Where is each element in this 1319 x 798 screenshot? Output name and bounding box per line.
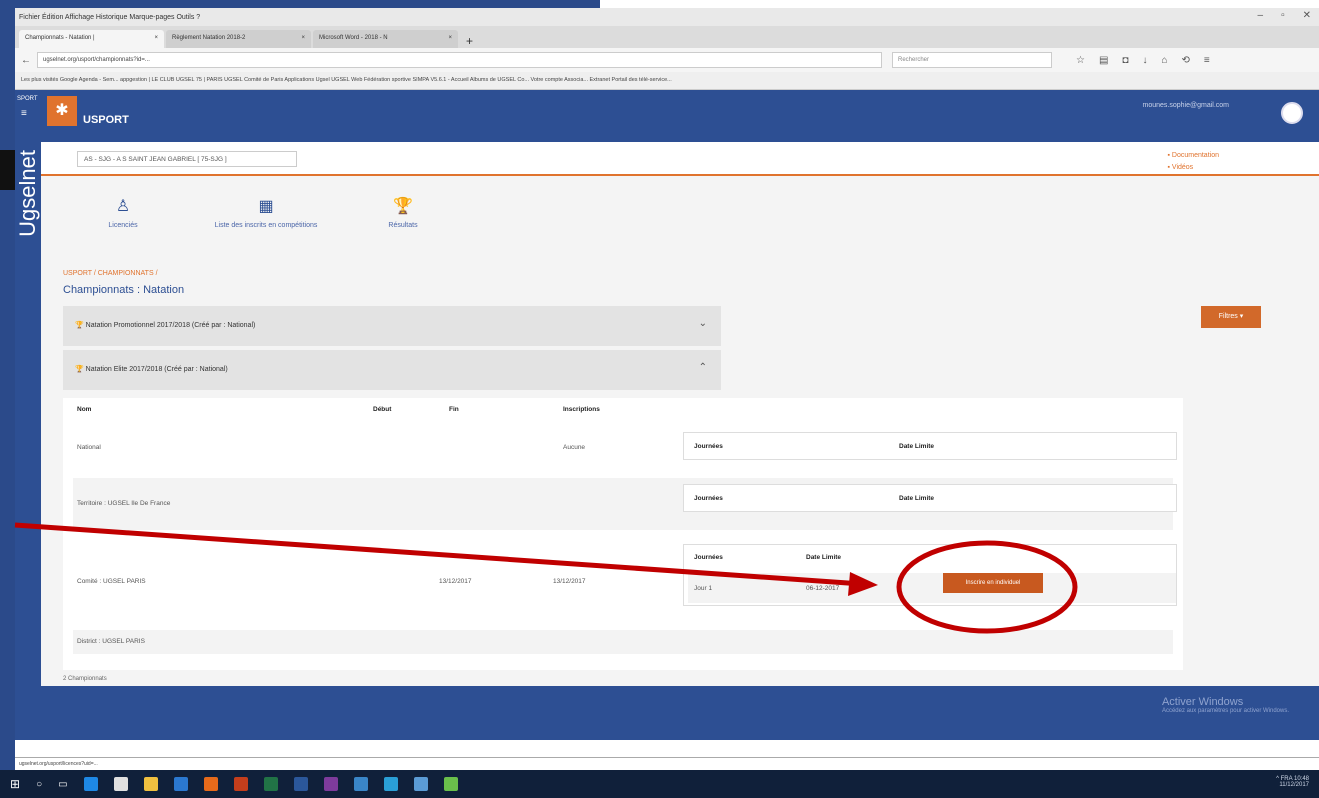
annotation-arrowhead xyxy=(848,572,878,596)
annotation-overlay xyxy=(14,522,1078,634)
annotation-circle xyxy=(896,540,1078,634)
annotation-arrow-line xyxy=(14,522,863,587)
screenshot: Fichier Édition Affichage Historique Mar… xyxy=(0,0,1319,798)
